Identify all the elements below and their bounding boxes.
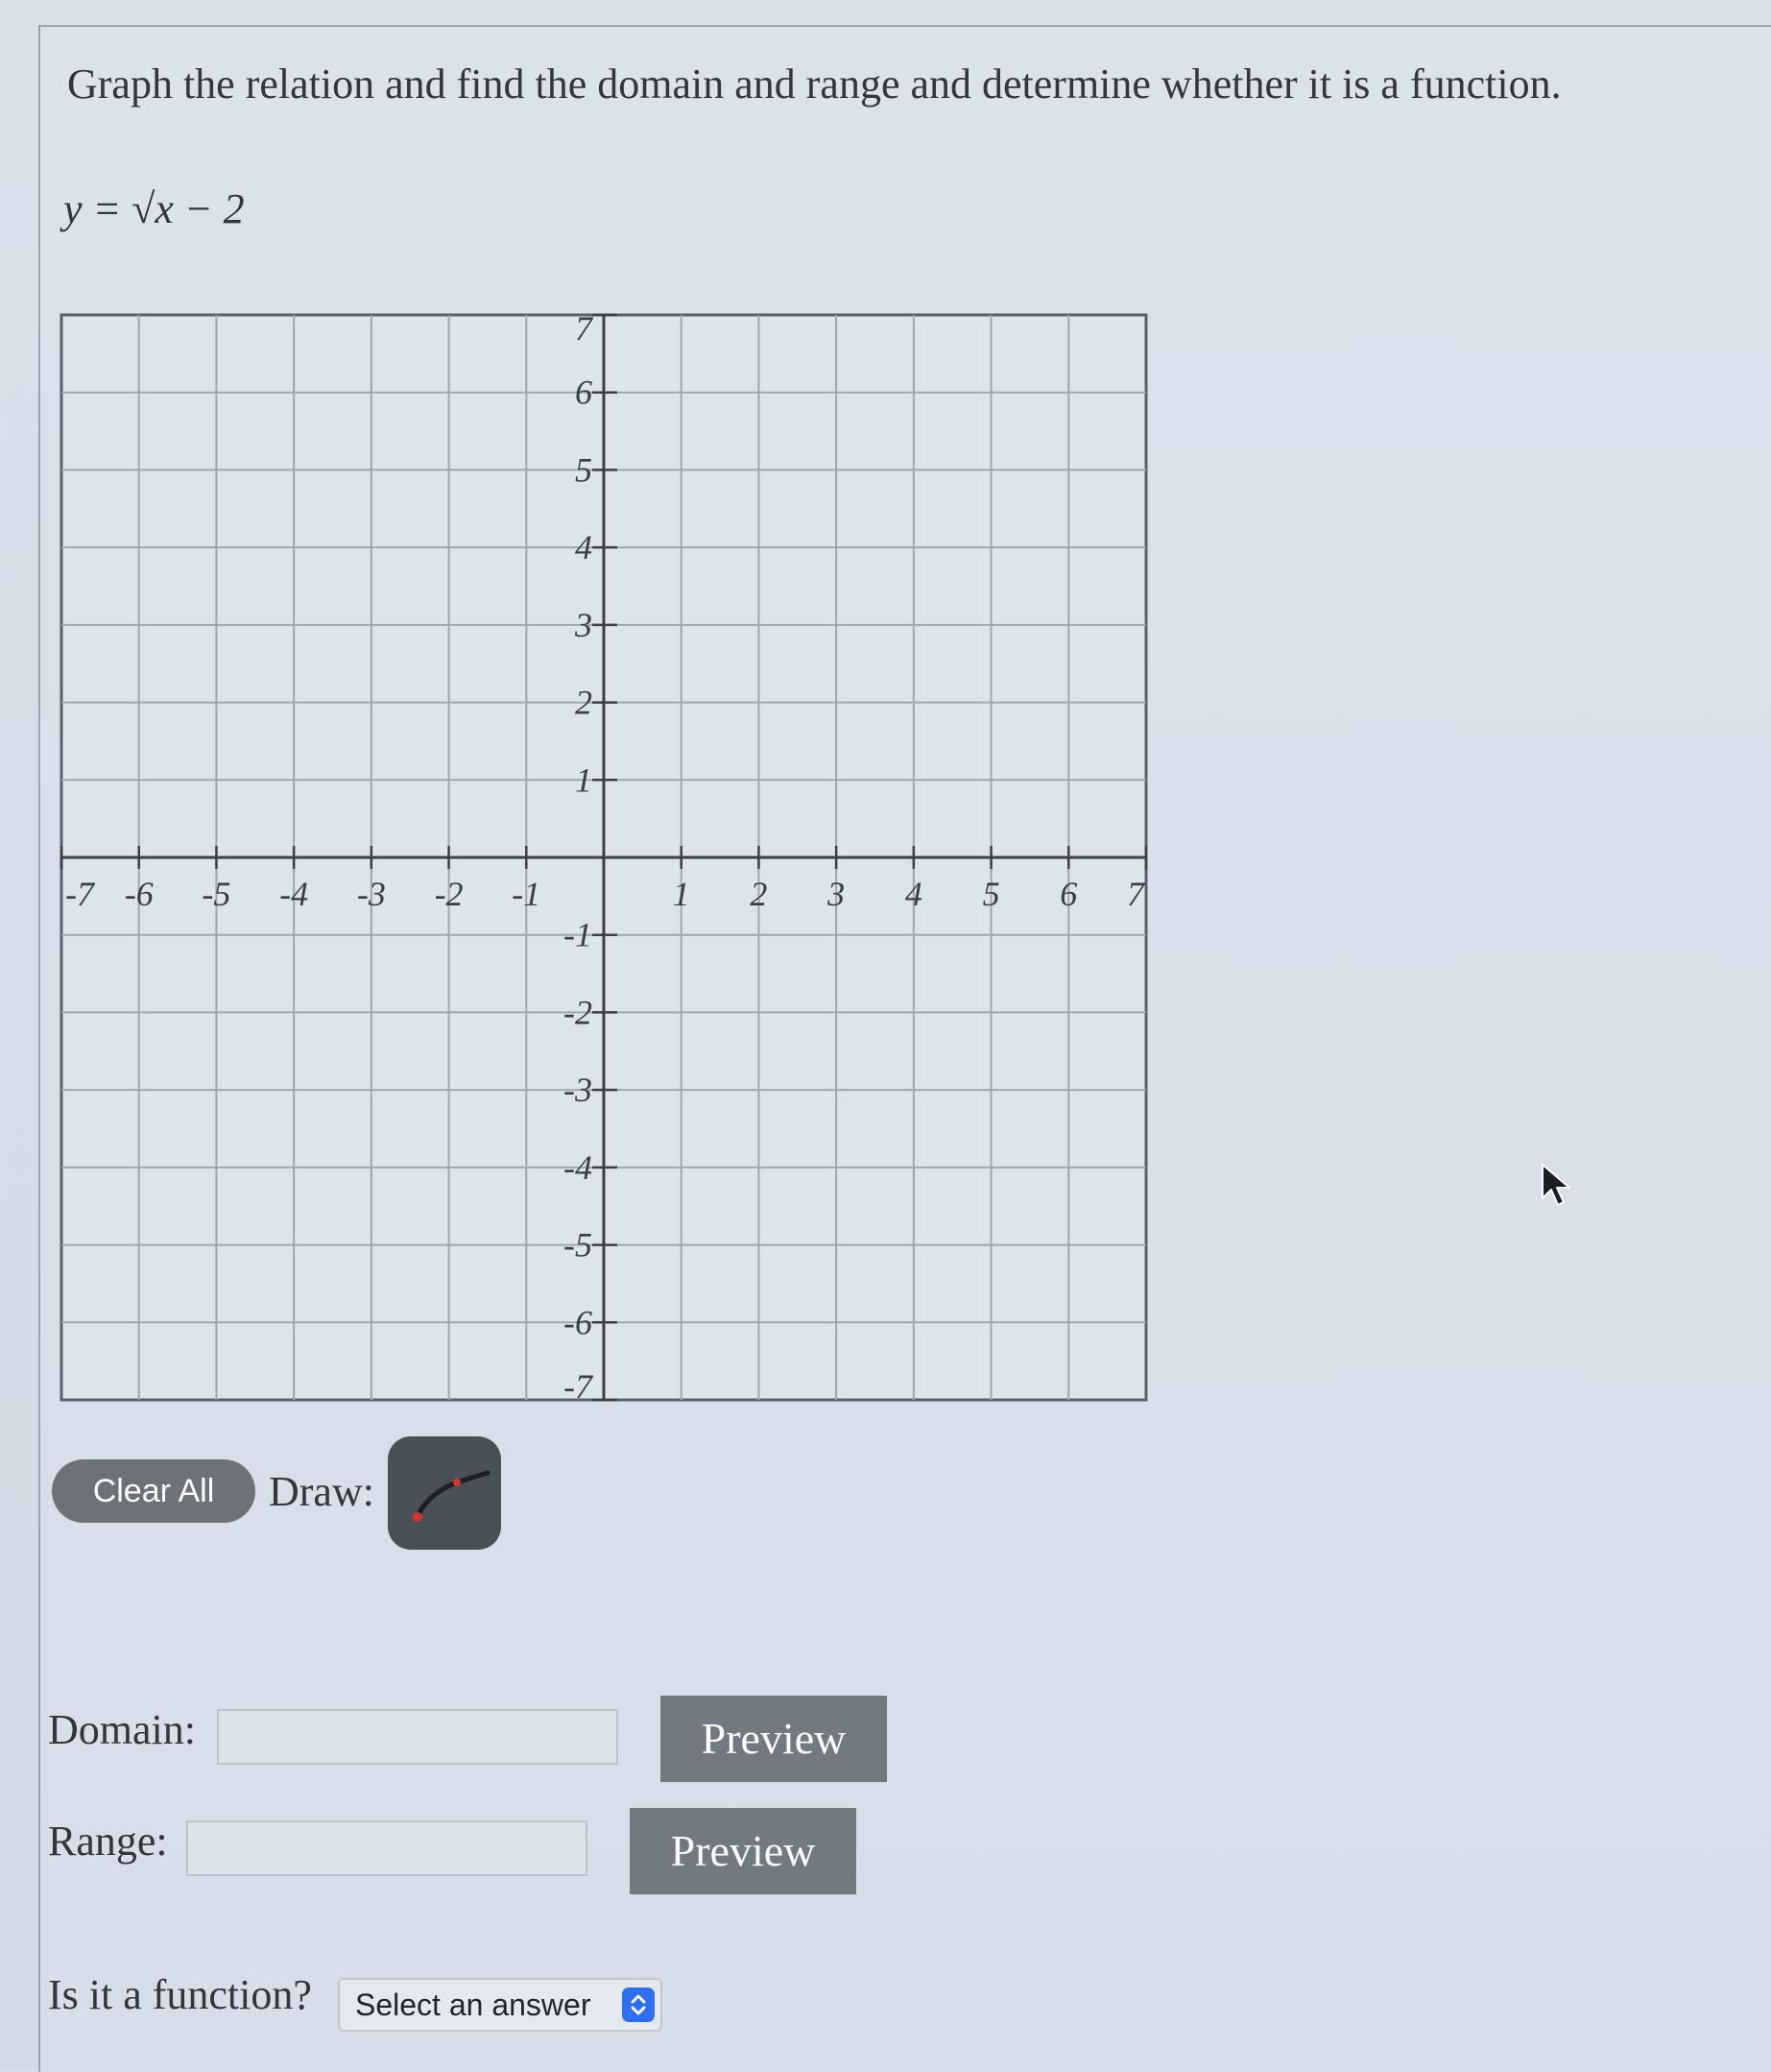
- y-tick-label: 6: [575, 373, 592, 412]
- x-tick-label: 1: [673, 875, 690, 913]
- function-answer-select[interactable]: Select an answer: [338, 1978, 662, 2032]
- range-preview-button[interactable]: Preview: [630, 1808, 856, 1894]
- y-tick-label: -5: [563, 1226, 592, 1265]
- sqrt-draw-tool-button[interactable]: [388, 1436, 501, 1550]
- x-tick-label: 7: [1127, 875, 1146, 913]
- x-tick-label: -2: [435, 875, 464, 913]
- y-tick-label: 2: [575, 684, 592, 722]
- sqrt-curve-icon: [413, 1470, 491, 1522]
- equation-text: y = √x − 2: [63, 185, 245, 232]
- y-tick-label: -4: [563, 1148, 592, 1187]
- range-label: Range:: [48, 1818, 168, 1865]
- question-text: Graph the relation and find the domain a…: [67, 60, 1562, 108]
- y-tick-label: 3: [574, 606, 592, 644]
- x-tick-label: 4: [905, 875, 922, 913]
- y-tick-label: 5: [575, 450, 592, 489]
- y-tick-label: 7: [575, 309, 594, 348]
- y-tick-label: -1: [563, 916, 592, 954]
- domain-input[interactable]: [217, 1709, 618, 1765]
- draw-label: Draw:: [269, 1468, 374, 1515]
- x-tick-label: 5: [983, 875, 1000, 913]
- select-arrows-icon: [622, 1988, 655, 2022]
- x-tick-label: -5: [202, 875, 230, 913]
- x-tick-label: -4: [279, 875, 308, 913]
- y-tick-label: 4: [575, 528, 592, 566]
- y-tick-label: -7: [563, 1367, 594, 1406]
- x-tick-label: -3: [357, 875, 386, 913]
- function-question-label: Is it a function?: [48, 1971, 312, 2018]
- equation: y = √x − 2: [63, 184, 245, 233]
- y-tick-label: -2: [563, 993, 592, 1031]
- clear-all-button[interactable]: Clear All: [52, 1459, 255, 1523]
- y-tick-label: -3: [563, 1071, 592, 1109]
- x-tick-label: 6: [1060, 875, 1077, 913]
- mouse-cursor-icon: [1540, 1162, 1574, 1212]
- x-tick-label: 3: [826, 875, 845, 913]
- x-tick-label: -7: [65, 875, 96, 913]
- y-tick-label: -6: [563, 1303, 592, 1341]
- x-tick-label: 2: [750, 875, 767, 913]
- domain-preview-button[interactable]: Preview: [660, 1696, 887, 1782]
- coordinate-grid[interactable]: -7 -6 -5 -4 -3 -2 -1 1 2 3 4 5 6 7 7 6 5 4 3 2 1 -1 -2 -3 -4 -5 -6…: [52, 309, 1165, 1413]
- graph-area[interactable]: -7 -6 -5 -4 -3 -2 -1 1 2 3 4 5 6 7 7 6 5 4 3 2 1 -1 -2 -3 -4 -5 -6…: [52, 309, 1165, 1413]
- domain-label: Domain:: [48, 1706, 196, 1753]
- range-input[interactable]: [186, 1820, 587, 1876]
- select-value: Select an answer: [355, 1988, 591, 2022]
- x-tick-label: -6: [125, 875, 154, 913]
- y-tick-label: 1: [575, 760, 592, 799]
- x-tick-label: -1: [512, 875, 540, 913]
